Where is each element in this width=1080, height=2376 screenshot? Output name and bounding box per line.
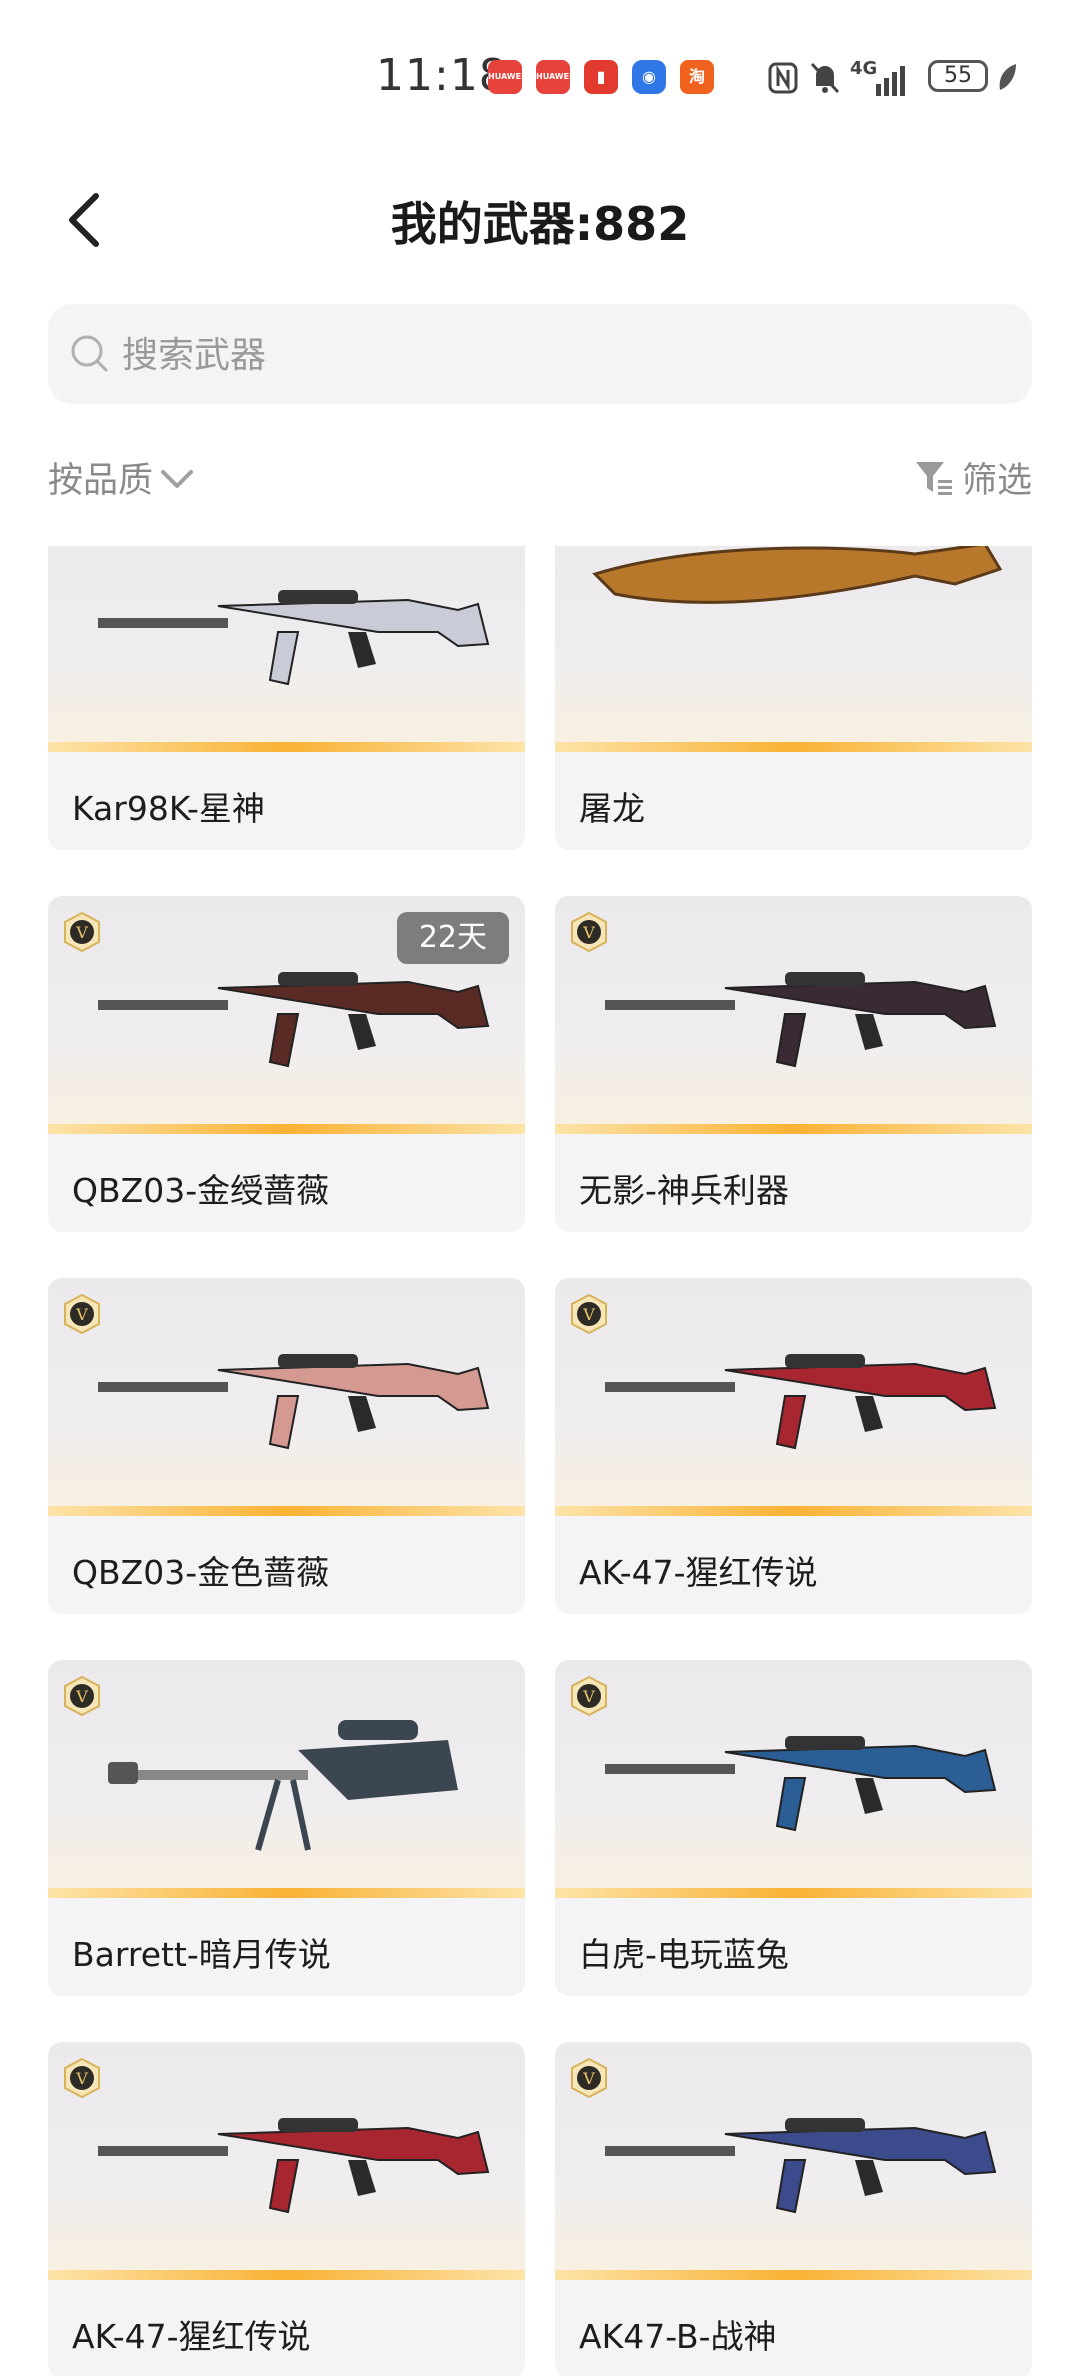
quality-stripe (48, 1506, 525, 1516)
weapon-card[interactable]: V AK47-B-战神 (555, 2042, 1032, 2376)
weapon-image (108, 1720, 458, 1851)
quality-stripe (555, 1124, 1032, 1134)
svg-text:V: V (75, 2069, 88, 2088)
weapon-name: QBZ03-金色蔷薇 (72, 1553, 330, 1592)
weapon-image (605, 1354, 997, 1450)
weapon-image-area: V (555, 896, 1032, 1134)
svg-text:V: V (582, 1305, 595, 1324)
page-title: 我的武器:882 (390, 197, 690, 251)
weapon-card[interactable]: V 22天 QBZ03-金绶蔷薇 (48, 896, 525, 1232)
search-input[interactable] (120, 324, 1004, 386)
weapon-card[interactable]: Kar98K-星神 (48, 546, 525, 850)
vip-badge-icon: V (571, 1294, 607, 1334)
weapon-image-area: V (48, 1278, 525, 1516)
svg-text:V: V (75, 923, 88, 942)
blue-app-icon: ◉ (632, 60, 666, 94)
sort-label: 按品质 (48, 461, 154, 501)
svg-text:V: V (75, 1687, 88, 1706)
svg-text:V: V (582, 2069, 595, 2088)
quality-stripe (555, 2270, 1032, 2280)
weapon-image-area (48, 546, 525, 752)
weapon-card[interactable]: V AK-47-猩红传说 (48, 2042, 525, 2376)
weapon-name: QBZ03-金绶蔷薇 (72, 1171, 330, 1210)
search-bar[interactable] (48, 304, 1032, 404)
red-app-icon: ▮ (584, 60, 618, 94)
weapon-image (98, 1354, 490, 1450)
search-icon (71, 335, 108, 372)
status-bar: 11:18 HUAWEI HUAWEI ▮ ◉ 淘 4G 55 (0, 0, 1080, 150)
quality-stripe (48, 1124, 525, 1134)
weapon-name: AK-47-猩红传说 (72, 2317, 311, 2356)
weapon-image (592, 546, 1003, 604)
quality-stripe (555, 1506, 1032, 1516)
weapon-name: AK-47-猩红传说 (579, 1553, 818, 1592)
weapon-card[interactable]: V Barrett-暗月传说 (48, 1660, 525, 1996)
signal-icon (876, 66, 905, 96)
mute-bell-icon (810, 62, 840, 94)
vip-badge-icon: V (571, 912, 607, 952)
weapon-name: Kar98K-星神 (72, 789, 265, 828)
weapon-list[interactable]: Kar98K-星神 屠龙 V 22天 QBZ03-金绶蔷薇 V 无影-神兵利器 V QBZ03-… (0, 546, 1080, 2376)
weapon-card[interactable]: V AK-47-猩红传说 (555, 1278, 1032, 1614)
weapon-card[interactable]: V QBZ03-金色蔷薇 (48, 1278, 525, 1614)
vip-badge-icon: V (64, 912, 100, 952)
chevron-down-icon (161, 469, 194, 488)
huawei-appgallery-icon: HUAWEI (536, 60, 572, 94)
quality-stripe (48, 1888, 525, 1898)
quality-stripe (555, 742, 1032, 752)
weapon-image-area: V (555, 2042, 1032, 2280)
vip-badge-icon: V (64, 1294, 100, 1334)
weapon-image-area: V (555, 1278, 1032, 1516)
vip-badge-icon: V (571, 1676, 607, 1716)
weapon-card[interactable]: V 无影-神兵利器 (555, 896, 1032, 1232)
huawei-appgallery-icon: HUAWEI (488, 60, 524, 94)
weapon-image (605, 972, 997, 1068)
weapon-image (605, 2118, 997, 2214)
vip-badge-icon: V (64, 1676, 100, 1716)
vip-badge-icon: V (571, 2058, 607, 2098)
sort-dropdown[interactable]: 按品质 (48, 452, 195, 503)
weapon-card[interactable]: V 白虎-电玩蓝兔 (555, 1660, 1032, 1996)
vip-badge-icon: V (64, 2058, 100, 2098)
quality-stripe (555, 1888, 1032, 1898)
weapon-image-area: V (48, 1660, 525, 1898)
weapon-image (605, 1736, 997, 1832)
weapon-image-area: V 22天 (48, 896, 525, 1134)
quality-stripe (48, 2270, 525, 2280)
quality-stripe (48, 742, 525, 752)
filter-funnel-icon (915, 461, 952, 495)
weapon-card[interactable]: 屠龙 (555, 546, 1032, 850)
days-remaining-tag: 22天 (396, 912, 509, 964)
weapon-image-area: V (555, 1660, 1032, 1898)
svg-text:V: V (582, 923, 595, 942)
filter-label: 筛选 (961, 461, 1032, 501)
nfc-icon (768, 62, 798, 94)
weapon-name: 白虎-电玩蓝兔 (579, 1935, 789, 1974)
weapon-name: AK47-B-战神 (579, 2317, 777, 2356)
svg-text:V: V (582, 1687, 595, 1706)
battery-indicator: 55 (928, 60, 988, 92)
leaf-icon (999, 64, 1016, 90)
weapon-image (98, 590, 490, 686)
weapon-image-area: V (48, 2042, 525, 2280)
weapon-image-area (555, 546, 1032, 752)
weapon-name: Barrett-暗月传说 (72, 1935, 331, 1974)
taobao-icon: 淘 (680, 60, 714, 94)
weapon-name: 无影-神兵利器 (579, 1171, 789, 1210)
filter-button[interactable]: 筛选 (914, 452, 1032, 503)
weapon-name: 屠龙 (579, 789, 645, 828)
weapon-image (98, 2118, 490, 2214)
svg-text:V: V (75, 1305, 88, 1324)
